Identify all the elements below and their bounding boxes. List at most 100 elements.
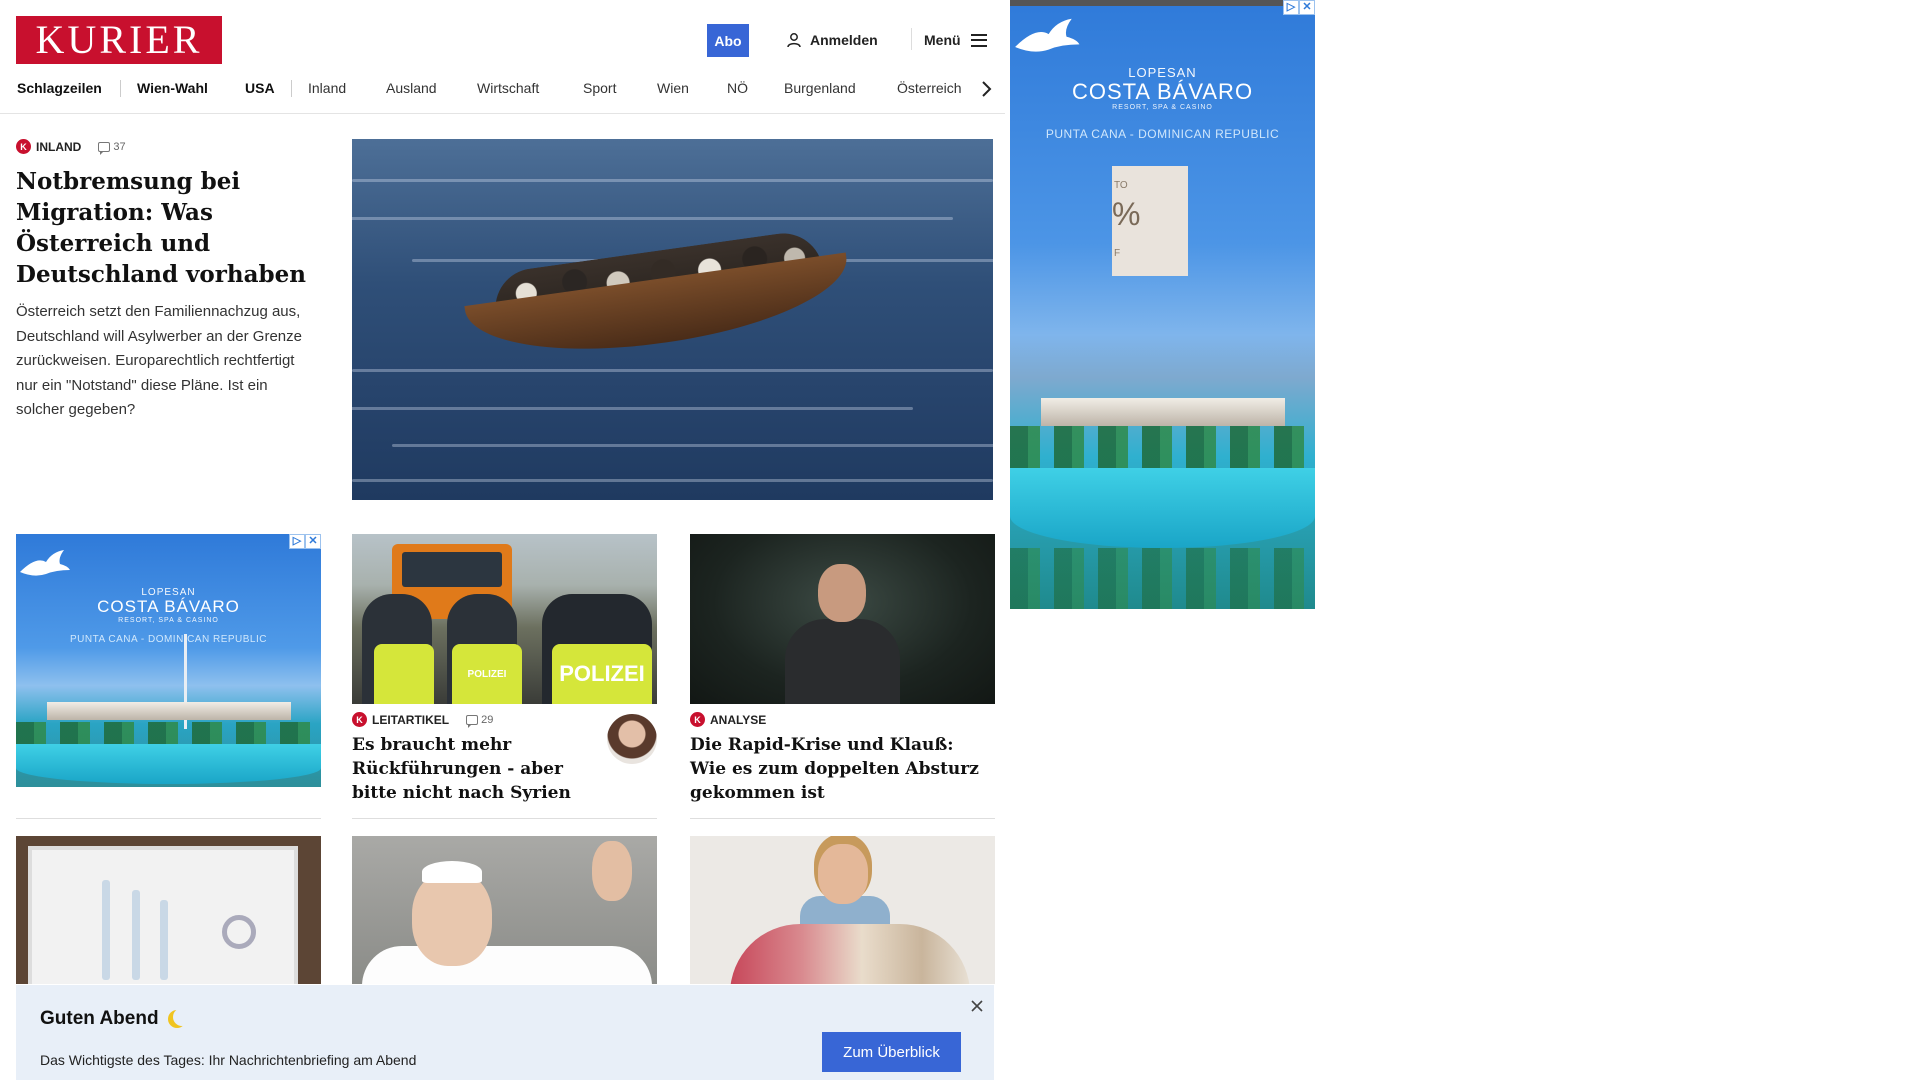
- clothes-pile: [730, 924, 970, 984]
- ad-choices-badge[interactable]: ▷ ✕: [1283, 0, 1315, 15]
- ad-location: PUNTA CANA - DOMINICAN REPUBLIC: [1045, 127, 1280, 142]
- nav-item-schlagzeilen[interactable]: Schlagzeilen: [17, 80, 102, 96]
- lead-comments[interactable]: 37: [98, 140, 126, 155]
- woman-head: [818, 844, 868, 904]
- section-nav: Schlagzeilen Wien-Wahl USA Inland Auslan…: [0, 74, 1005, 104]
- vest-text: POLIZEI: [559, 661, 645, 686]
- ad-info-icon[interactable]: ▷: [1283, 0, 1299, 15]
- nav-item-ausland[interactable]: Ausland: [386, 80, 437, 96]
- card-kicker-label: ANALYSE: [710, 712, 767, 727]
- ad-info-icon[interactable]: ▷: [289, 534, 305, 549]
- abo-button[interactable]: Abo: [707, 24, 749, 57]
- kurier-k-icon: K: [16, 139, 31, 154]
- seabird-logo-icon: [1015, 18, 1080, 52]
- coach-figure: [780, 564, 900, 704]
- nav-item-burgenland[interactable]: Burgenland: [784, 80, 856, 96]
- pope-zucchetto: [422, 861, 482, 883]
- ad-close-icon[interactable]: ✕: [1299, 0, 1315, 15]
- lead-kicker[interactable]: K INLAND 37: [16, 139, 316, 155]
- evening-briefing-banner: Guten Abend Das Wichtigste des Tages: Ih…: [16, 985, 994, 1080]
- card-divider: [16, 818, 321, 819]
- kurier-logo[interactable]: KURIER: [16, 16, 222, 64]
- ad-promo-card[interactable]: TO % F: [1112, 166, 1188, 276]
- stethoscope: [222, 915, 256, 949]
- lead-image-migrant-boat[interactable]: [352, 139, 993, 500]
- ad-choices-badge[interactable]: ▷ ✕: [289, 534, 321, 549]
- ad-brand-sub: LOPESAN: [1128, 65, 1197, 80]
- comment-icon: [98, 141, 111, 155]
- banner-title-text: Guten Abend: [40, 1008, 159, 1029]
- card-image-textiles[interactable]: [690, 836, 995, 984]
- ad-promo-percent: %: [1112, 196, 1141, 232]
- lead-kicker-label: INLAND: [36, 139, 82, 154]
- nav-item-wirtschaft[interactable]: Wirtschaft: [477, 80, 539, 96]
- login-label: Anmelden: [810, 32, 878, 48]
- ad-brand-sub: LOPESAN: [141, 587, 196, 598]
- close-icon[interactable]: [968, 997, 986, 1015]
- vest-text: POLIZEI: [467, 668, 507, 680]
- card-image-ampoules[interactable]: [16, 836, 321, 984]
- lead-teaser: Österreich setzt den Familiennachzug aus…: [16, 303, 302, 418]
- nav-item-wien[interactable]: Wien: [657, 80, 689, 96]
- nav-item-wien-wahl[interactable]: Wien-Wahl: [137, 80, 208, 96]
- card-image-coach[interactable]: [690, 534, 995, 704]
- nav-separator: [120, 80, 121, 97]
- seabird-logo-icon: [20, 550, 70, 576]
- card-comment-count: 29: [481, 713, 494, 726]
- ad-promo-bottom: F: [1114, 248, 1121, 259]
- ad-top-bar: [1010, 0, 1315, 6]
- card-headline[interactable]: Es braucht mehr Rückführungen - aber bit…: [352, 733, 592, 805]
- nav-item-inland[interactable]: Inland: [308, 80, 346, 96]
- nav-separator: [291, 80, 292, 97]
- advertisement-costa-bavaro-small[interactable]: ▷ ✕ LOPESAN COSTA BÁVARO RESORT, SPA & C…: [16, 534, 321, 787]
- banner-text: Das Wichtigste des Tages: Ihr Nachrichte…: [40, 1052, 417, 1068]
- login-button[interactable]: Anmelden: [786, 28, 878, 52]
- kurier-k-icon: K: [690, 712, 705, 727]
- police-vest: [374, 644, 434, 704]
- ad-close-icon[interactable]: ✕: [305, 534, 321, 549]
- bus-window: [402, 552, 502, 587]
- pope-robe: [362, 946, 652, 984]
- advertisement-costa-bavaro-large[interactable]: ▷ ✕ LOPESAN COSTA BÁVARO RESORT, SPA & C…: [1010, 0, 1315, 609]
- card-divider: [690, 818, 995, 819]
- police-vest: POLIZEI: [452, 644, 522, 704]
- card-kicker-label: LEITARTIKEL: [372, 712, 450, 727]
- ad-promo-top: TO: [1114, 180, 1128, 191]
- card-headline[interactable]: Die Rapid-Krise und Klauß: Wie es zum do…: [690, 733, 995, 805]
- nav-item-noe[interactable]: NÖ: [727, 80, 748, 96]
- chevron-right-icon[interactable]: [975, 78, 997, 100]
- card-divider: [352, 818, 657, 819]
- card-kicker[interactable]: K ANALYSE: [690, 712, 995, 727]
- card-comments[interactable]: 29: [466, 713, 494, 728]
- lead-comment-count: 37: [113, 140, 126, 153]
- hamburger-icon: [970, 33, 987, 47]
- user-icon: [787, 33, 801, 48]
- card-image-pope[interactable]: [352, 836, 657, 984]
- comment-icon: [466, 714, 479, 728]
- lead-headline[interactable]: Notbremsung bei Migration: Was Österreic…: [16, 166, 316, 290]
- menu-button[interactable]: Menü: [924, 28, 987, 52]
- header-divider-line: [0, 113, 1005, 114]
- ad-brand: COSTA BÁVARO: [1071, 79, 1254, 104]
- card-analyse[interactable]: K ANALYSE Die Rapid-Krise und Klauß: Wie…: [690, 704, 995, 805]
- ad-location: PUNTA CANA - DOMINICAN REPUBLIC: [69, 633, 267, 645]
- lead-article[interactable]: K INLAND 37 Notbremsung bei Migration: W…: [16, 139, 316, 423]
- overview-button[interactable]: Zum Überblick: [822, 1032, 961, 1072]
- card-leitartikel[interactable]: K LEITARTIKEL 29 Es braucht mehr Rückfüh…: [352, 704, 657, 805]
- pope-waving-hand: [592, 841, 632, 901]
- banner-title: Guten Abend: [40, 1008, 185, 1030]
- moon-icon: [173, 1008, 191, 1026]
- ad-brand: COSTA BÁVARO: [97, 597, 240, 616]
- ampoule-display-case: [28, 846, 298, 984]
- nav-item-usa[interactable]: USA: [245, 80, 275, 96]
- author-avatar[interactable]: [607, 714, 657, 764]
- nav-item-sport[interactable]: Sport: [583, 80, 616, 96]
- pope-head: [412, 871, 492, 966]
- police-vest: POLIZEI: [552, 644, 652, 704]
- card-image-police[interactable]: POLIZEI POLIZEI: [352, 534, 657, 704]
- ad-brand-tag: RESORT, SPA & CASINO: [118, 616, 219, 624]
- ad-brand-tag: RESORT, SPA & CASINO: [1112, 104, 1213, 112]
- kurier-k-icon: K: [352, 712, 367, 727]
- header-divider: [911, 28, 912, 50]
- nav-item-oesterreich[interactable]: Österreich: [897, 80, 962, 96]
